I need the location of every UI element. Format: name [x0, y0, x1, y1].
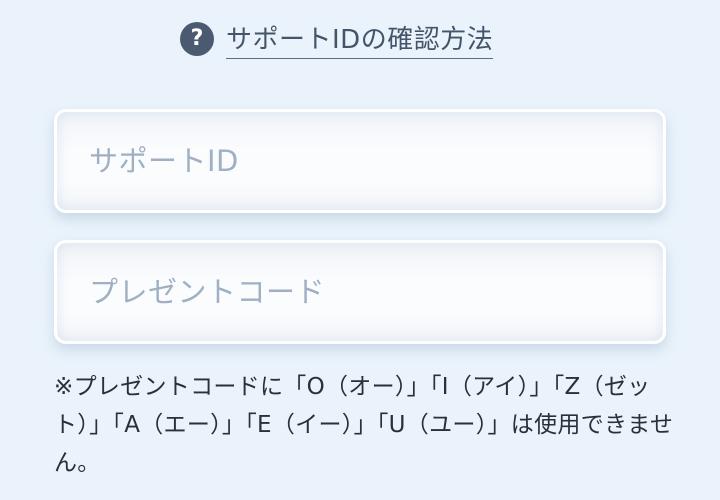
present-code-input[interactable] — [57, 243, 663, 341]
support-id-help-link[interactable]: ? サポートIDの確認方法 — [180, 18, 494, 60]
present-code-field-container — [54, 240, 666, 344]
support-id-help-label: サポートIDの確認方法 — [226, 19, 494, 59]
support-id-input[interactable] — [57, 112, 663, 210]
support-form-page: ? サポートIDの確認方法 ※プレゼントコードに「O（オー）」「I（アイ）」「Z… — [0, 0, 720, 500]
present-code-note: ※プレゼントコードに「O（オー）」「I（アイ）」「Z（ゼット）」「A（エー）」「… — [54, 374, 674, 476]
question-circle-icon: ? — [180, 22, 214, 56]
support-id-field-container — [54, 109, 666, 213]
